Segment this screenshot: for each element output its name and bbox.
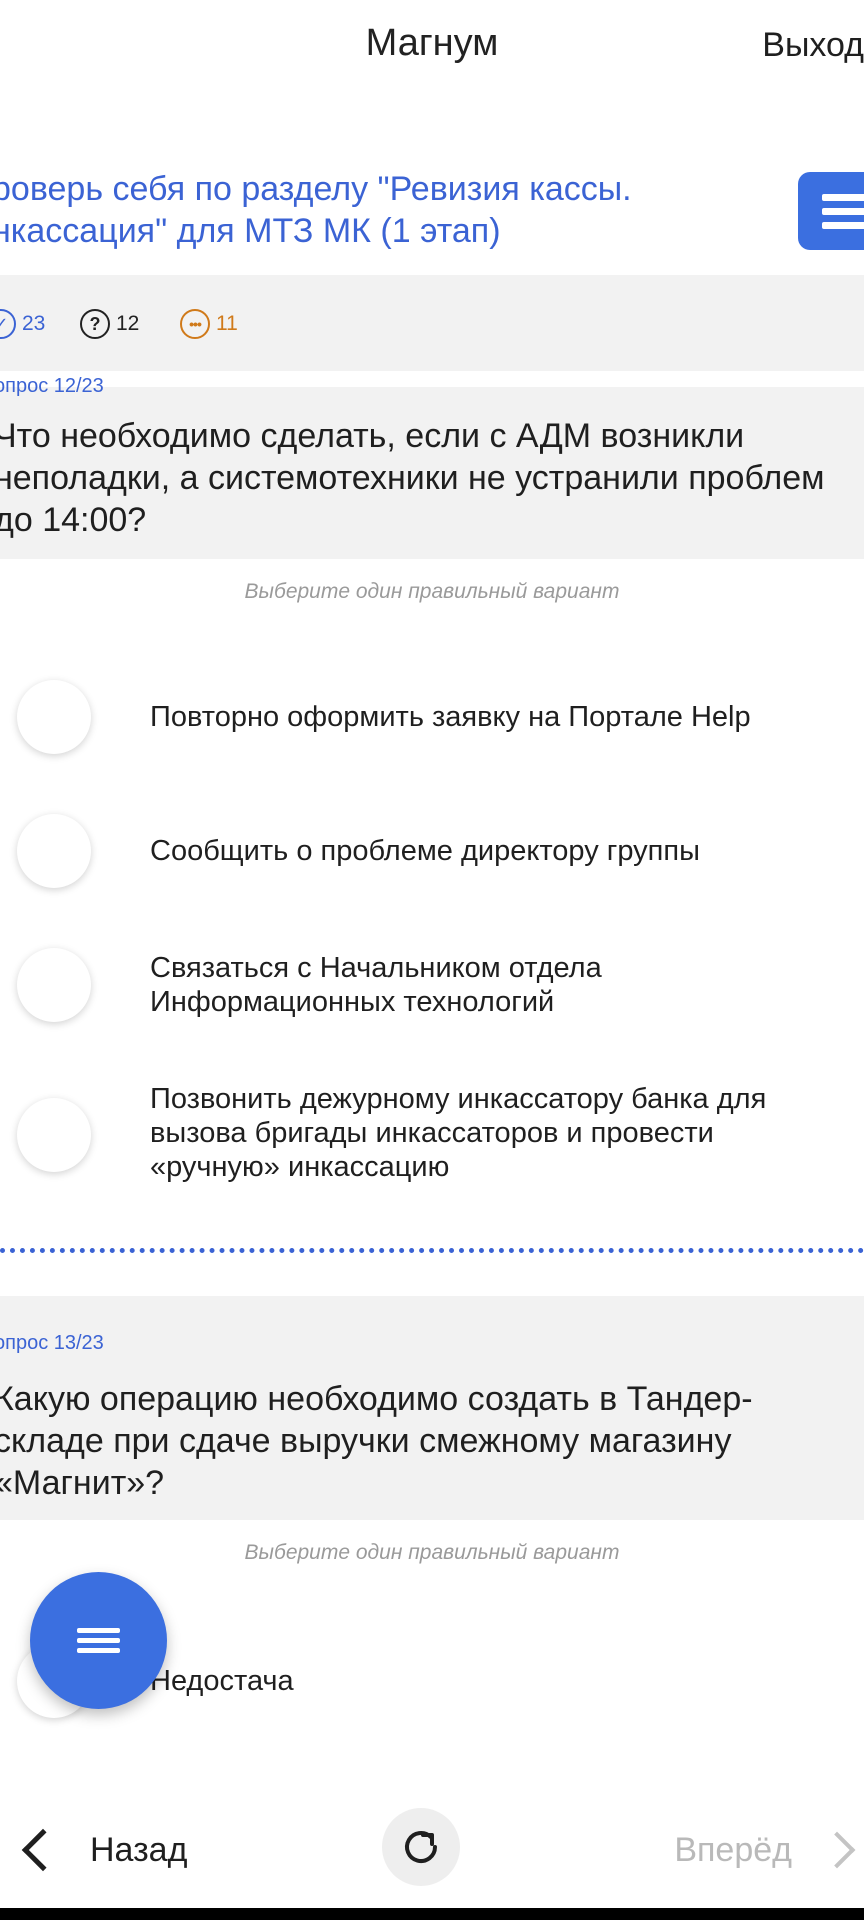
question-text-line: Какую операцию необходимо создать в Танд…	[0, 1380, 753, 1418]
radio-button[interactable]	[17, 948, 91, 1022]
refresh-button[interactable]	[382, 1808, 460, 1886]
forward-button[interactable]: Вперёд	[674, 1824, 856, 1876]
question-header: опрос 12/23 Что необходимо сделать, если…	[0, 375, 864, 559]
question-text-line: до 14:00?	[0, 501, 147, 539]
stat-total-value: 23	[22, 312, 46, 335]
answer-option-label: Связаться с Начальником отдела Информаци…	[150, 952, 602, 1018]
test-title-line: роверь себя по разделу "Ревизия кассы.	[0, 170, 632, 208]
question-divider	[0, 1248, 864, 1253]
questions-menu-fab[interactable]	[30, 1572, 167, 1709]
app-header: Магнум Выход	[0, 0, 864, 96]
test-title-line: нкассация" для МТЗ МК (1 этап)	[0, 212, 501, 250]
back-label: Назад	[90, 1830, 188, 1869]
stat-skipped: ••• 11	[180, 307, 238, 341]
radio-button[interactable]	[17, 1098, 91, 1172]
stats-strip: ✓ 23 ? 12 ••• 11	[0, 275, 864, 371]
answer-option-label: Сообщить о проблеме директору группы	[150, 835, 700, 867]
test-menu-button[interactable]	[798, 172, 864, 250]
stat-total: ✓ 23	[0, 307, 45, 341]
answer-option-label: Повторно оформить заявку на Портале Help	[150, 701, 751, 733]
check-circle-icon: ✓	[0, 309, 16, 339]
question-text-line: «Магнит»?	[0, 1464, 165, 1502]
answer-option-label: Недостача	[150, 1665, 294, 1697]
radio-button[interactable]	[17, 814, 91, 888]
stat-unanswered: ? 12	[80, 307, 139, 341]
stat-unanswered-value: 12	[116, 312, 140, 335]
bottom-navigation: Назад Вперёд	[0, 1780, 864, 1910]
stat-skipped-value: 11	[216, 312, 238, 335]
question-text: Что необходимо сделать, если с АДМ возни…	[0, 415, 825, 541]
refresh-icon	[405, 1831, 437, 1863]
test-title: роверь себя по разделу "Ревизия кассы. н…	[0, 168, 712, 252]
question-text: Какую операцию необходимо создать в Танд…	[0, 1378, 753, 1504]
question-counter: опрос 13/23	[0, 1332, 104, 1354]
back-button[interactable]: Назад	[16, 1824, 187, 1876]
chevron-left-icon	[21, 1828, 65, 1872]
chevron-right-icon	[818, 1831, 856, 1869]
answer-option-label: Позвонить дежурному инкассатору банка дл…	[150, 1083, 767, 1183]
forward-label: Вперёд	[674, 1830, 792, 1869]
answer-hint: Выберите один правильный вариант	[244, 580, 620, 603]
ellipsis-circle-icon: •••	[180, 309, 210, 339]
answer-hint: Выберите один правильный вариант	[244, 1541, 620, 1564]
question-text-line: складе при сдаче выручки смежному магази…	[0, 1422, 732, 1460]
question-circle-icon: ?	[80, 309, 110, 339]
app-title: Магнум	[365, 22, 499, 64]
logout-button[interactable]: Выход	[762, 26, 864, 65]
question-text-line: неполадки, а системотехники не устранили…	[0, 459, 825, 497]
question-header: опрос 13/23 Какую операцию необходимо со…	[0, 1296, 864, 1520]
question-counter: опрос 12/23	[0, 375, 104, 397]
system-bar	[0, 1908, 864, 1920]
question-text-line: Что необходимо сделать, если с АДМ возни…	[0, 417, 745, 455]
quiz-screen: Магнум Выход роверь себя по разделу "Рев…	[0, 0, 864, 1920]
radio-button[interactable]	[17, 680, 91, 754]
